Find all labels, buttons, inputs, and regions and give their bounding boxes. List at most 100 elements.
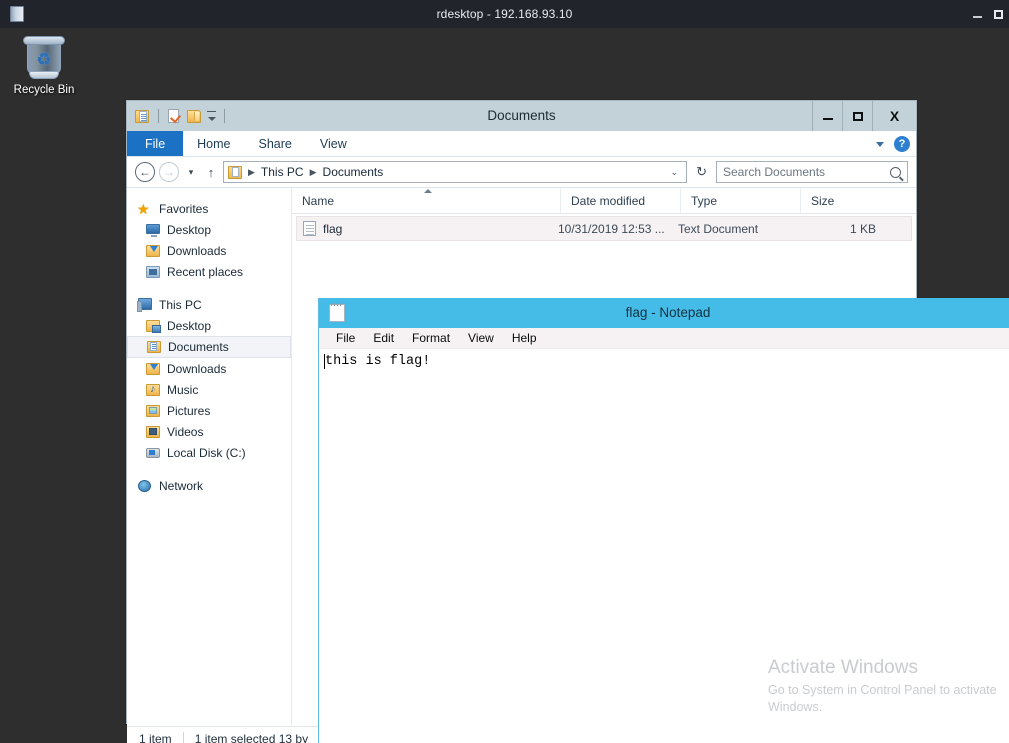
sidebar-item-label: Downloads [167,243,227,258]
column-header-type[interactable]: Type [681,188,801,213]
sidebar-item-downloads[interactable]: Downloads [127,358,291,379]
sidebar-item-label: Music [167,382,199,397]
rdesktop-maximize-button[interactable] [994,9,1003,19]
notepad-titlebar[interactable]: flag - Notepad [319,298,1009,328]
chevron-down-icon[interactable] [876,141,884,147]
pictures-folder-icon [145,404,161,418]
notepad-menu-bar: File Edit Format View Help [319,328,1009,349]
search-icon [890,166,901,178]
customize-dropdown-icon[interactable] [207,111,216,121]
tab-home[interactable]: Home [183,131,244,156]
table-row[interactable]: flag 10/31/2019 12:53 ... Text Document … [296,216,912,241]
rdesktop-minimize-button[interactable] [973,10,982,18]
help-icon[interactable]: ? [894,136,910,152]
navigation-pane: ★ Favorites Desktop Downloads Recent pla… [127,188,291,726]
file-name-cell: flag [297,221,558,236]
quick-access-toolbar [127,101,228,131]
new-folder-icon[interactable] [187,109,202,124]
explorer-maximize-button[interactable] [842,101,872,131]
sidebar-item-videos[interactable]: Videos [127,421,291,442]
close-icon: X [889,108,900,124]
file-name: flag [323,221,343,236]
network-icon [137,479,153,493]
column-header-date-modified[interactable]: Date modified [561,188,681,213]
tab-view[interactable]: View [306,131,361,156]
explorer-close-button[interactable]: X [872,101,916,131]
documents-folder-icon [146,340,162,354]
breadcrumb-separator-2: ▶ [309,166,317,177]
back-button[interactable]: ← [135,162,155,182]
status-selection: 1 item selected 13 by [194,731,309,743]
file-date-cell: 10/31/2019 12:53 ... [558,221,665,236]
folder-icon [228,165,242,179]
desktop-folder-icon [145,319,161,333]
downloads-folder-icon [145,244,161,258]
sidebar-item-local-disk[interactable]: Local Disk (C:) [127,442,291,463]
toolbar-divider-2 [224,109,225,123]
rdesktop-titlebar[interactable]: rdesktop - 192.168.93.10 [0,0,1009,28]
file-type-cell: Text Document [678,221,759,236]
breadcrumb-documents[interactable]: Documents [323,165,384,179]
desktop-icon-recycle-bin[interactable]: ♻ Recycle Bin [8,32,80,96]
nav-group-gap [127,282,291,294]
sidebar-item-label: Desktop [167,222,212,237]
notepad-window-title: flag - Notepad [625,305,711,320]
sidebar-item-network[interactable]: Network [127,475,291,496]
breadcrumb-separator: ▶ [248,166,255,177]
search-input[interactable]: Search Documents [716,161,908,183]
rdesktop-window-buttons [973,0,1003,28]
rdesktop-title: rdesktop - 192.168.93.10 [436,7,573,21]
music-folder-icon: ♪ [145,383,161,397]
tab-share[interactable]: Share [245,131,306,156]
sidebar-item-music[interactable]: ♪ Music [127,379,291,400]
sidebar-item-label: Recent places [167,264,244,279]
up-button[interactable]: ↑ [203,165,219,180]
address-dropdown-icon[interactable]: ⌄ [667,167,683,178]
explorer-minimize-button[interactable] [812,101,842,131]
sidebar-item-label: Network [159,478,204,493]
column-header-name[interactable]: Name [292,188,561,213]
sidebar-item-label: Pictures [167,403,211,418]
properties-icon[interactable] [167,108,182,124]
breadcrumb[interactable]: ▶ This PC ▶ Documents ⌄ [223,161,688,183]
explorer-titlebar[interactable]: Documents X [127,101,916,131]
forward-button[interactable]: → [159,162,179,182]
search-placeholder: Search Documents [723,165,826,179]
sidebar-item-recent-places[interactable]: Recent places [127,261,291,282]
column-header-size[interactable]: Size [801,188,891,213]
sidebar-item-label: Videos [167,424,204,439]
recycle-bin-icon: ♻ [20,32,68,80]
column-header-label: Type [691,193,718,208]
sidebar-item-favorites-desktop[interactable]: Desktop [127,219,291,240]
documents-folder-icon[interactable] [135,109,150,124]
disk-drive-icon [145,446,161,460]
sidebar-item-this-pc[interactable]: This PC [127,294,291,315]
text-file-icon [303,221,316,236]
text-caret [324,354,325,369]
sidebar-item-desktop[interactable]: Desktop [127,315,291,336]
sidebar-item-documents[interactable]: Documents [127,336,291,358]
menu-file[interactable]: File [327,328,364,349]
sidebar-item-label: This PC [159,297,202,312]
sidebar-item-favorites-downloads[interactable]: Downloads [127,240,291,261]
recent-locations-button[interactable]: ▾ [183,167,199,178]
explorer-window-title: Documents [487,108,556,123]
window-icon [10,6,24,22]
sidebar-item-label: Downloads [167,361,227,376]
downloads-folder-icon [145,362,161,376]
recent-places-icon [145,265,161,279]
breadcrumb-this-pc[interactable]: This PC [261,165,304,179]
tab-file[interactable]: File [127,131,184,156]
remote-desktop-surface[interactable]: ♻ Recycle Bin Documents X File Home Shar… [0,28,1009,743]
videos-folder-icon [145,425,161,439]
notepad-text-area[interactable]: this is flag! [319,349,1009,743]
menu-help[interactable]: Help [503,328,546,349]
menu-view[interactable]: View [459,328,503,349]
menu-format[interactable]: Format [403,328,459,349]
refresh-button[interactable]: ↻ [691,164,712,180]
sidebar-item-favorites[interactable]: ★ Favorites [127,198,291,219]
menu-edit[interactable]: Edit [364,328,403,349]
column-header-label: Size [811,193,835,208]
sidebar-item-pictures[interactable]: Pictures [127,400,291,421]
notepad-window: flag - Notepad File Edit Format View Hel… [318,298,1009,743]
